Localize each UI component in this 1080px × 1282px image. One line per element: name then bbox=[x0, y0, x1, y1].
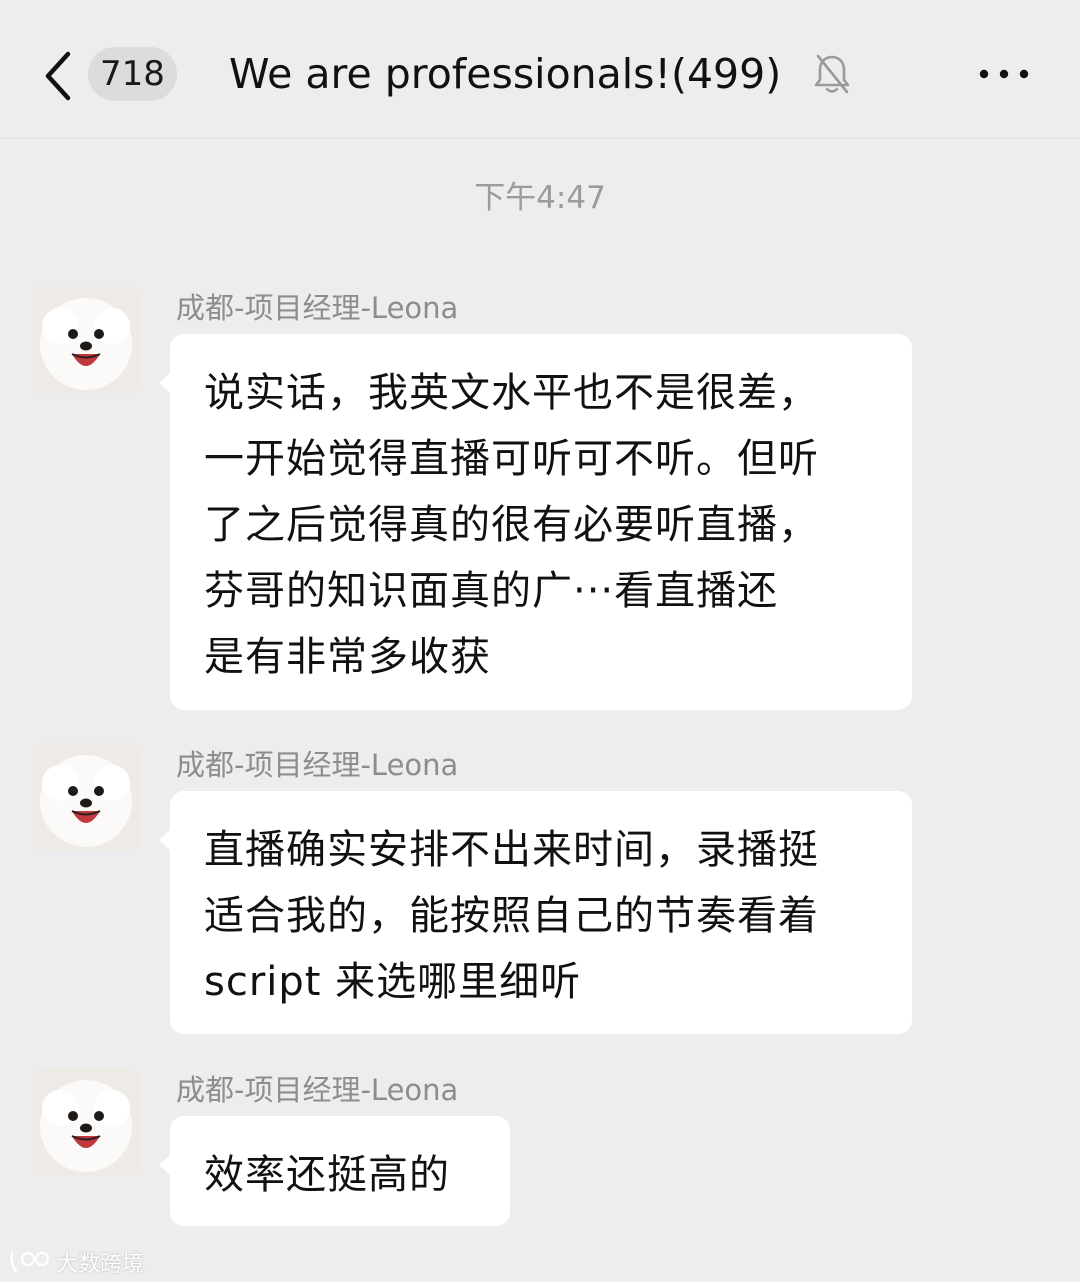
avatar[interactable] bbox=[32, 286, 140, 394]
message-bubble[interactable]: 效率还挺高的 bbox=[159, 1116, 510, 1226]
more-options-button[interactable] bbox=[974, 54, 1034, 94]
chat-title: We are professionals!(499) bbox=[229, 50, 782, 98]
message-timestamp: 下午4:47 bbox=[474, 180, 606, 216]
sender-name: 成都-项目经理-Leona bbox=[176, 748, 459, 782]
watermark-text: 大数跨境 bbox=[56, 1252, 145, 1277]
chat-message: 成都-项目经理-Leona 效率还挺高的 bbox=[0, 1068, 1080, 1228]
more-horizontal-icon bbox=[979, 69, 1029, 79]
watermark-logo-icon bbox=[10, 1251, 50, 1273]
avatar[interactable] bbox=[32, 1068, 140, 1176]
chevron-left-icon bbox=[45, 51, 71, 101]
message-bubble[interactable]: 直播确实安排不出来时间，录播挺 适合我的，能按照自己的节奏看着 script 来… bbox=[159, 791, 912, 1034]
chat-message: 成都-项目经理-Leona 说实话，我英文水平也不是很差， 一开始觉得直播可听可… bbox=[0, 286, 1080, 716]
chat-message: 成都-项目经理-Leona 直播确实安排不出来时间，录播挺 适合我的，能按照自己… bbox=[0, 743, 1080, 1038]
watermark: 大数跨境 bbox=[8, 1244, 144, 1280]
bell-off-icon bbox=[812, 52, 852, 96]
sender-name: 成都-项目经理-Leona bbox=[176, 291, 459, 325]
message-bubble[interactable]: 说实话，我英文水平也不是很差， 一开始觉得直播可听可不听。但听 了之后觉得真的很… bbox=[159, 334, 912, 710]
sender-name: 成都-项目经理-Leona bbox=[176, 1073, 459, 1107]
back-button[interactable] bbox=[38, 46, 88, 106]
avatar[interactable] bbox=[32, 743, 140, 851]
chat-header: 718 We are professionals!(499) bbox=[0, 0, 1080, 139]
unread-count-badge[interactable]: 718 bbox=[88, 47, 177, 101]
